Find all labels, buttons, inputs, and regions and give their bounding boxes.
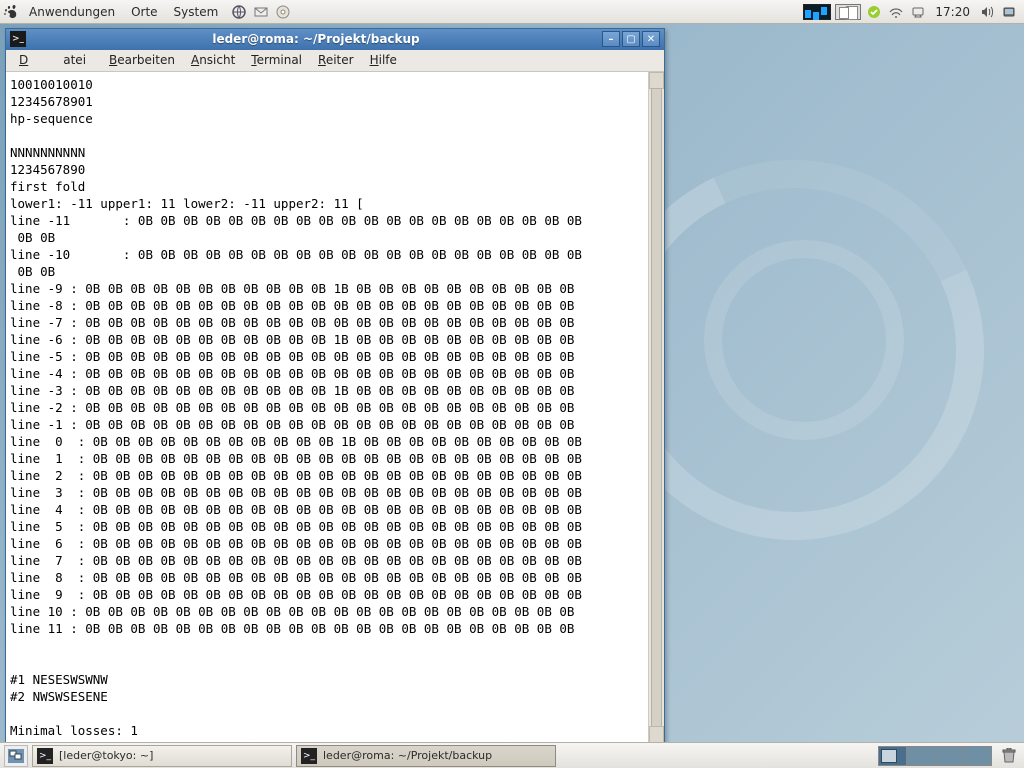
system-monitor-applet[interactable] [803, 4, 831, 20]
clock[interactable]: 17:20 [931, 5, 974, 19]
terminal-output[interactable]: 10010010010 12345678901 hp-sequence NNNN… [6, 72, 648, 743]
menu-file-label: atei [56, 51, 93, 69]
menu-places[interactable]: Orte [124, 2, 164, 22]
show-desktop-button[interactable] [4, 745, 28, 767]
volume-icon[interactable] [978, 3, 996, 21]
network-icon[interactable] [887, 3, 905, 21]
workspace-3[interactable] [935, 747, 963, 765]
terminal-titlebar-icon: >_ [10, 31, 26, 47]
system-tray: 17:20 [803, 3, 1024, 21]
menu-file[interactable]: Datei [12, 51, 100, 69]
wallpaper-swirl-inner [704, 240, 904, 440]
terminal-icon: >_ [37, 748, 53, 764]
window-title: leder@roma: ~/Projekt/backup [32, 32, 600, 46]
terminal-window: >_ leder@roma: ~/Projekt/backup – ▢ ✕ Da… [5, 28, 665, 744]
close-button[interactable]: ✕ [642, 31, 660, 47]
workspace-2[interactable] [907, 747, 935, 765]
menu-help[interactable]: Hilfe [363, 51, 404, 69]
gnome-foot-icon[interactable] [0, 1, 22, 23]
shutdown-icon[interactable] [1000, 3, 1018, 21]
taskbar-item-label: leder@roma: ~/Projekt/backup [323, 749, 492, 762]
minimize-button[interactable]: – [602, 31, 620, 47]
browser-launcher-icon[interactable] [229, 2, 249, 22]
menu-view[interactable]: Ansicht [184, 51, 242, 69]
bottom-panel: >_ [leder@tokyo: ~] >_ leder@roma: ~/Pro… [0, 742, 1024, 768]
notification-icon[interactable] [909, 3, 927, 21]
trash-icon[interactable] [998, 745, 1020, 767]
maximize-button[interactable]: ▢ [622, 31, 640, 47]
top-menu-bar: Anwendungen Orte System [22, 2, 225, 22]
scrollbar-thumb[interactable] [651, 88, 662, 727]
quick-launchers [229, 2, 293, 22]
terminal-menubar: Datei Bearbeiten Ansicht Terminal Reiter… [6, 50, 664, 72]
taskbar-item-label: [leder@tokyo: ~] [59, 749, 153, 762]
menu-applications[interactable]: Anwendungen [22, 2, 122, 22]
workspace-switcher[interactable] [878, 746, 992, 766]
mail-launcher-icon[interactable] [251, 2, 271, 22]
workspace-4[interactable] [963, 747, 991, 765]
terminal-body-wrap: 10010010010 12345678901 hp-sequence NNNN… [6, 72, 664, 743]
top-panel: Anwendungen Orte System 17:20 [0, 0, 1024, 24]
help-launcher-icon[interactable] [273, 2, 293, 22]
window-list-applet-icon[interactable] [835, 4, 861, 20]
terminal-scrollbar[interactable] [648, 72, 664, 743]
menu-system[interactable]: System [167, 2, 226, 22]
menu-edit[interactable]: Bearbeiten [102, 51, 182, 69]
window-titlebar[interactable]: >_ leder@roma: ~/Projekt/backup – ▢ ✕ [6, 29, 664, 50]
menu-tabs[interactable]: Reiter [311, 51, 361, 69]
menu-terminal[interactable]: Terminal [244, 51, 309, 69]
taskbar-item-roma[interactable]: >_ leder@roma: ~/Projekt/backup [296, 745, 556, 767]
workspace-1[interactable] [879, 747, 907, 765]
terminal-icon: >_ [301, 748, 317, 764]
taskbar-item-tokyo[interactable]: >_ [leder@tokyo: ~] [32, 745, 292, 767]
update-notifier-icon[interactable] [865, 3, 883, 21]
